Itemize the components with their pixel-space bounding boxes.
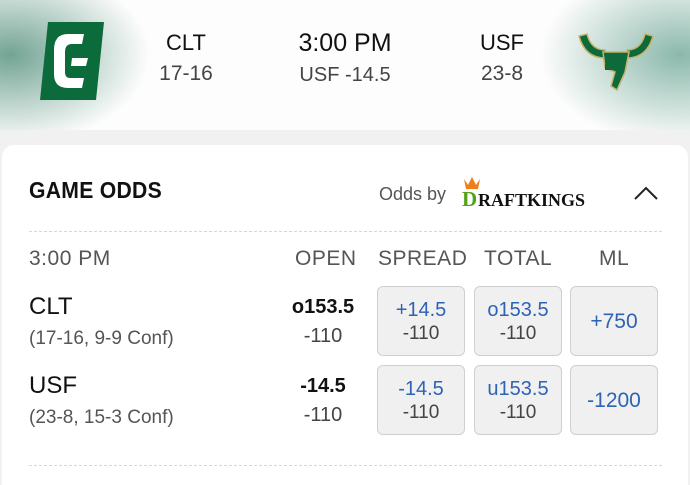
chevron-up-icon[interactable]: [633, 185, 659, 201]
moneyline-bet-button[interactable]: +750: [570, 286, 658, 356]
total-value: u153.5: [487, 378, 549, 400]
row-team-name[interactable]: CLT: [29, 293, 73, 321]
open-odds: -110: [303, 325, 343, 347]
game-header: CLT 17-16 3:00 PM USF -14.5 USF 23-8: [0, 0, 690, 130]
home-team-record: 23-8: [480, 62, 524, 85]
home-team-abbr[interactable]: USF: [462, 30, 542, 56]
column-open: OPEN: [295, 247, 357, 270]
moneyline-value: -1200: [587, 389, 641, 412]
spread-bet-button[interactable]: -14.5 -110: [377, 365, 465, 435]
total-odds: -110: [499, 402, 537, 423]
column-ml: ML: [599, 247, 630, 270]
game-line: USF -14.5: [299, 64, 391, 86]
total-odds: -110: [499, 323, 537, 344]
total-value: o153.5: [487, 299, 549, 321]
game-odds-title: GAME ODDS: [29, 177, 162, 203]
spread-odds: -110: [402, 323, 440, 344]
spread-value: +14.5: [395, 299, 447, 321]
divider: [29, 231, 662, 232]
moneyline-bet-button[interactable]: -1200: [570, 365, 658, 435]
open-line: o153.5: [291, 296, 355, 318]
away-team-abbr[interactable]: CLT: [146, 30, 226, 56]
away-team-record: 17-16: [159, 62, 213, 85]
row-team-detail: (17-16, 9-9 Conf): [29, 328, 174, 349]
odds-by-label: Odds by: [379, 184, 447, 204]
game-time: 3:00 PM: [298, 29, 392, 57]
row-team-name[interactable]: USF: [29, 372, 77, 400]
column-time: 3:00 PM: [29, 247, 111, 270]
open-odds: -110: [303, 404, 343, 426]
total-bet-button[interactable]: o153.5 -110: [474, 286, 562, 356]
moneyline-value: +750: [590, 310, 638, 333]
draftkings-logo[interactable]: D RAFTKINGS: [458, 175, 622, 211]
total-bet-button[interactable]: u153.5 -110: [474, 365, 562, 435]
spread-odds: -110: [402, 402, 440, 423]
row-team-detail: (23-8, 15-3 Conf): [29, 407, 174, 428]
column-total: TOTAL: [484, 247, 553, 270]
open-line: -14.5: [300, 375, 346, 397]
clt-logo-icon[interactable]: [38, 20, 106, 102]
column-spread: SPREAD: [378, 247, 468, 270]
draftkings-d-letter: D: [462, 187, 477, 211]
game-odds-card: GAME ODDS Odds by D RAFTKINGS 3:00 PM OP…: [2, 145, 688, 485]
usf-bull-logo-icon[interactable]: [575, 28, 657, 94]
draftkings-wordmark: RAFTKINGS: [478, 190, 585, 210]
divider: [29, 465, 662, 466]
spread-bet-button[interactable]: +14.5 -110: [377, 286, 465, 356]
spread-value: -14.5: [398, 378, 444, 400]
